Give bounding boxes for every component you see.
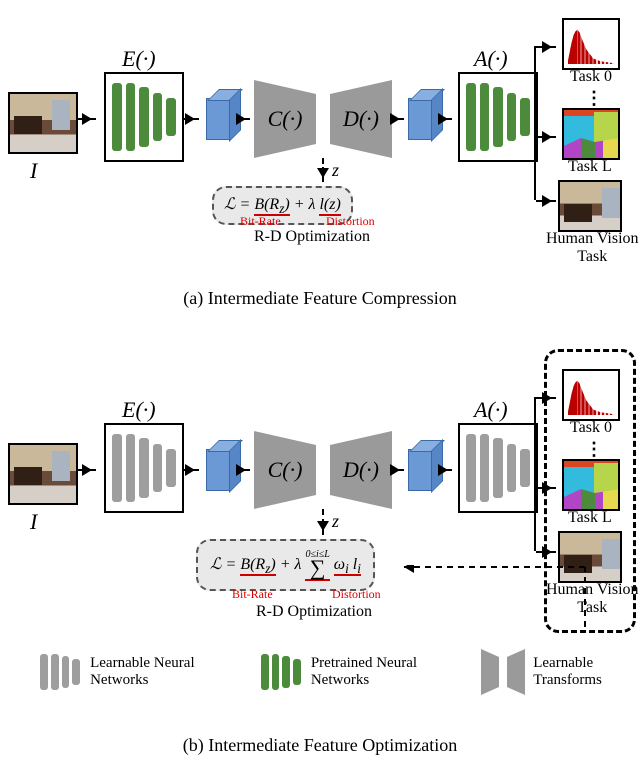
label-I-b: I <box>30 509 37 535</box>
taskL-label: Task L <box>568 158 612 176</box>
caption-b: (b) Intermediate Feature Optimization <box>0 735 640 756</box>
label-z: z <box>332 160 339 181</box>
tasks-vdots-b: ⋮ <box>585 439 603 460</box>
arrow-cube-C <box>238 118 250 120</box>
feature-cube-left-b <box>206 449 230 491</box>
label-C: C(·) <box>268 106 303 132</box>
arrow-cube-C-b <box>238 469 250 471</box>
task0-label-b: Task 0 <box>570 419 612 437</box>
arrow-cube-A-b <box>440 469 452 471</box>
arrow-E-cube-b <box>183 469 199 471</box>
caption-a: (a) Intermediate Feature Compression <box>0 288 640 309</box>
trap-D: D(·) <box>330 80 392 158</box>
trap-C: C(·) <box>254 80 316 158</box>
label-E-b: E(·) <box>122 397 156 423</box>
legend-learnable-nn: Learnable Neural Networks <box>38 649 195 695</box>
task0-label: Task 0 <box>570 68 612 86</box>
tasks-vdots: ⋮ <box>585 88 603 109</box>
taskL-icon-b <box>562 459 620 511</box>
label-z-b: z <box>332 511 339 532</box>
feature-cube-left <box>206 98 230 140</box>
label-C-b: C(·) <box>268 457 303 483</box>
bitrate-label-a: Bit-Rate <box>240 214 281 229</box>
taskL-icon <box>562 108 620 160</box>
legend-pretrained-nn: Pretrained Neural Networks <box>259 649 417 695</box>
legend-learnable-tf-label: Learnable Transforms <box>533 655 602 689</box>
distortion-label-a: Distortion <box>326 214 375 229</box>
panel-b-container: I E(·) C(·) D(·) A(·) Task 0 ⋮ Task L <box>0 327 640 727</box>
analysis-bars-b <box>460 425 536 511</box>
bitrate-label-b: Bit-Rate <box>232 587 273 602</box>
label-A: A(·) <box>474 46 508 72</box>
arrow-E-cube <box>183 118 199 120</box>
trap-C-b: C(·) <box>254 431 316 509</box>
encoder-bars-b <box>106 425 182 511</box>
encoder-bars <box>106 74 182 160</box>
loss-box-b: ℒ = B(Rz) + λ 0≤i≤L∑ ωi li <box>196 539 375 591</box>
analysis-bars <box>460 74 536 160</box>
branch-line-b <box>534 391 540 557</box>
label-I: I <box>30 158 37 184</box>
arrow-I-E-b <box>76 469 96 471</box>
arrow-z-down-b <box>322 509 324 535</box>
panel-a-container: I E(·) C(·) D(·) A(·) Task 0 ⋮ Task L <box>0 0 640 280</box>
arrow-cube-A <box>440 118 452 120</box>
label-E: E(·) <box>122 46 156 72</box>
loss-formula-a: ℒ = B(Rz) + λ l(z) <box>224 196 341 216</box>
distortion-label-b: Distortion <box>332 587 381 602</box>
feature-cube-right-b <box>408 449 432 491</box>
task0-icon-b <box>562 369 620 421</box>
legend-learnable-nn-label: Learnable Neural Networks <box>90 655 195 689</box>
label-D-b: D(·) <box>343 457 379 483</box>
input-image <box>8 92 78 154</box>
legend-pretrained-nn-label: Pretrained Neural Networks <box>311 655 417 689</box>
taskL-label-b: Task L <box>568 509 612 527</box>
label-D: D(·) <box>343 106 379 132</box>
arrow-D-cube-b <box>392 469 404 471</box>
analysis-box-b <box>458 423 538 513</box>
legend-learnable-tf: Learnable Transforms <box>481 649 602 695</box>
branch-line <box>534 40 540 206</box>
feature-cube-right <box>408 98 432 140</box>
trap-D-b: D(·) <box>330 431 392 509</box>
arrow-D-cube <box>392 118 404 120</box>
encoder-box <box>104 72 184 162</box>
rdopt-label-a: R-D Optimization <box>254 228 370 246</box>
human-vision-label: Human Vision Task <box>546 230 639 266</box>
label-A-b: A(·) <box>474 397 508 423</box>
rdopt-label-b: R-D Optimization <box>256 603 372 621</box>
loss-formula-b: ℒ = B(Rz) + λ 0≤i≤L∑ ωi li <box>210 556 361 573</box>
legend: Learnable Neural Networks Pretrained Neu… <box>0 639 640 697</box>
human-vision-icon <box>558 180 622 232</box>
analysis-box <box>458 72 538 162</box>
arrow-I-E <box>76 118 96 120</box>
feedback-arrow <box>400 565 590 645</box>
task0-icon <box>562 18 620 70</box>
input-image-b <box>8 443 78 505</box>
arrow-z-down <box>322 158 324 182</box>
encoder-box-b <box>104 423 184 513</box>
